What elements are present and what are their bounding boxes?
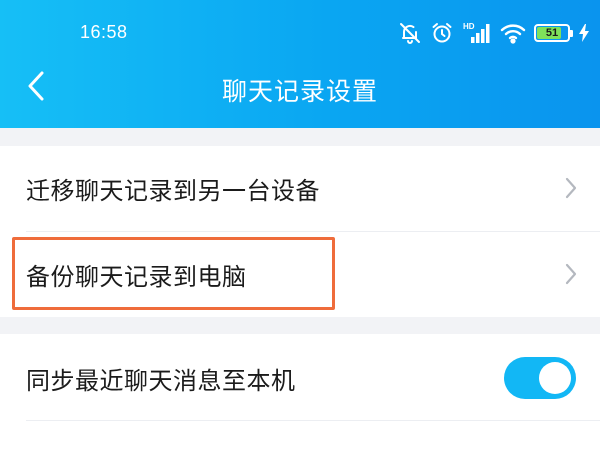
status-time: 16:58 bbox=[80, 22, 128, 42]
network-label: HD bbox=[463, 22, 475, 31]
chevron-right-icon bbox=[564, 176, 578, 204]
alarm-icon bbox=[430, 21, 454, 45]
chevron-right-icon bbox=[564, 262, 578, 290]
bell-off-icon bbox=[398, 21, 422, 45]
sync-recent-messages-label: 同步最近聊天消息至本机 bbox=[26, 367, 296, 395]
status-bar: 16:58 HD 51 bbox=[0, 0, 600, 64]
row-divider bbox=[26, 420, 600, 421]
charging-icon bbox=[578, 23, 590, 43]
sync-recent-messages-toggle[interactable] bbox=[504, 357, 576, 399]
wifi-icon bbox=[500, 22, 526, 44]
status-icons: HD 51 bbox=[398, 18, 590, 48]
settings-group-transfer: 迁移聊天记录到另一台设备 备份聊天记录到电脑 bbox=[0, 146, 600, 317]
toggle-knob bbox=[539, 362, 571, 394]
backup-to-computer-label: 备份聊天记录到电脑 bbox=[26, 263, 247, 291]
battery-level: 51 bbox=[545, 27, 559, 39]
backup-to-computer-item[interactable]: 备份聊天记录到电脑 bbox=[0, 232, 600, 317]
hd-signal-icon: HD bbox=[462, 21, 492, 45]
battery-cap bbox=[570, 30, 573, 37]
migrate-chat-history-item[interactable]: 迁移聊天记录到另一台设备 bbox=[0, 146, 600, 231]
page-title: 聊天记录设置 bbox=[221, 77, 378, 106]
app-header: 16:58 HD 51 聊天记录设置 bbox=[0, 0, 600, 128]
battery-icon: 51 bbox=[534, 24, 573, 42]
migrate-chat-history-label: 迁移聊天记录到另一台设备 bbox=[26, 177, 320, 205]
